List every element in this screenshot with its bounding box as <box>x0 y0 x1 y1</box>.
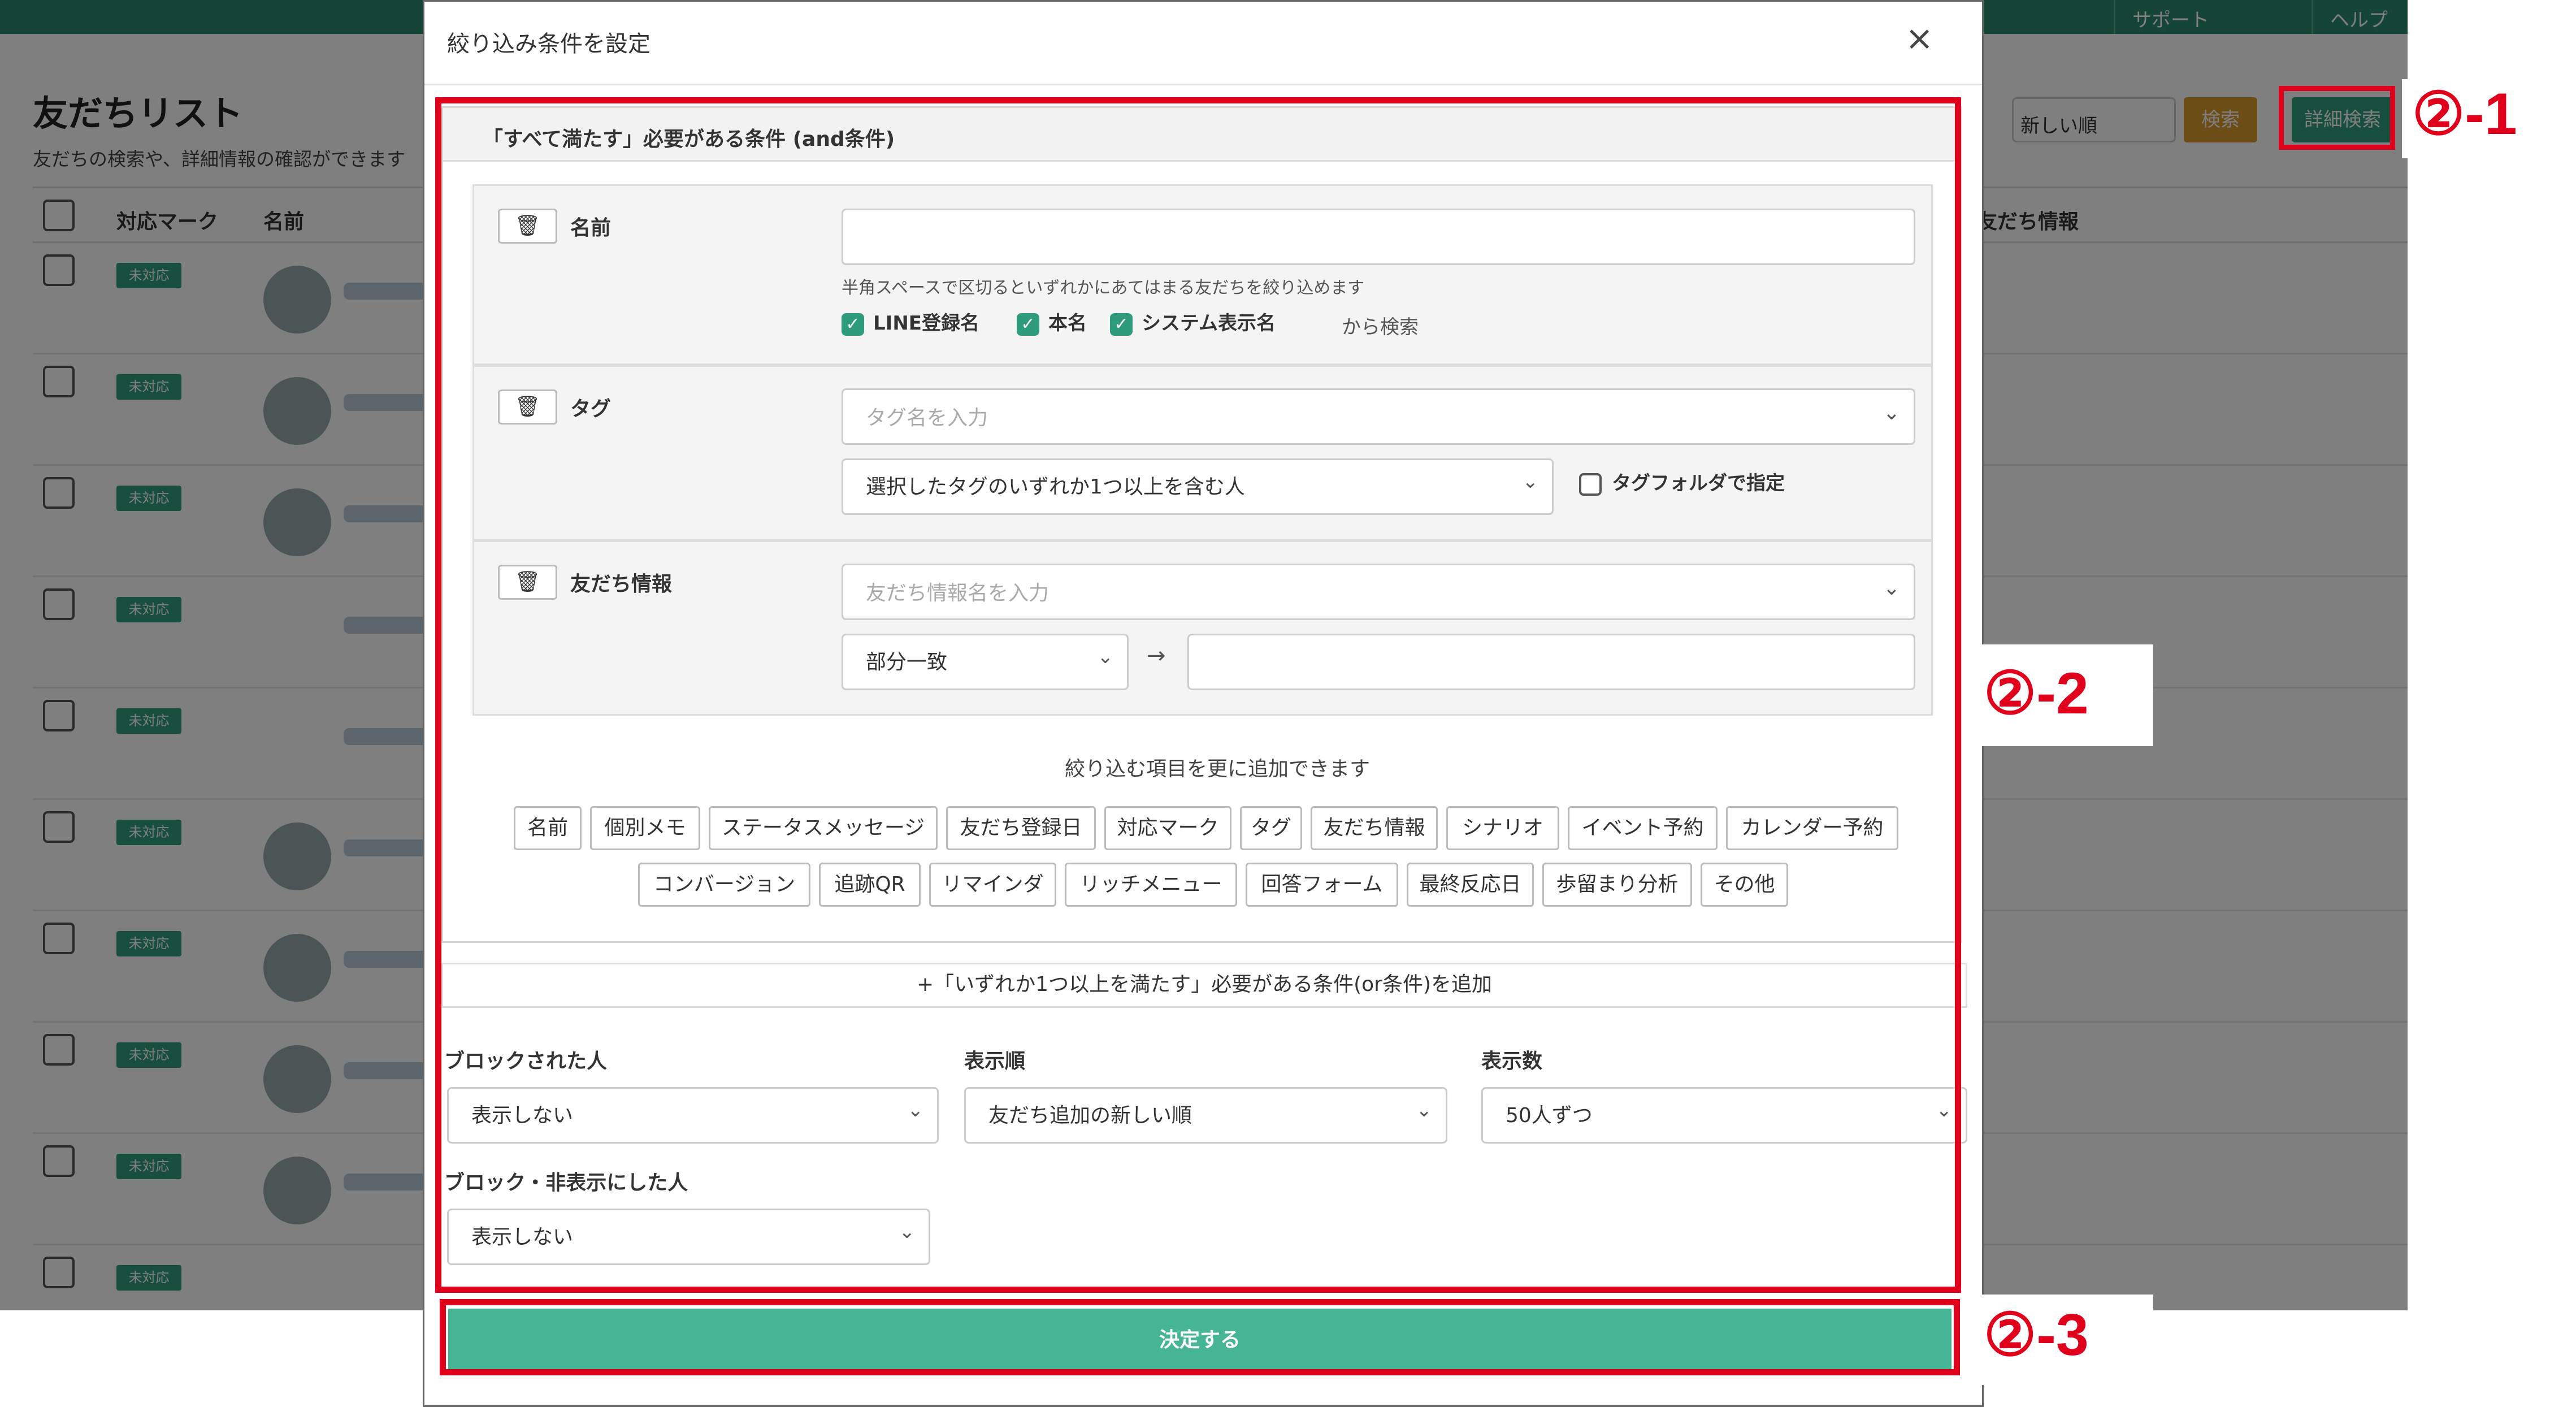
screen: サポート ヘルプ 友だちリスト 友だちの検索や、詳細情報の確認ができます 新しい… <box>0 0 2576 1407</box>
divider <box>424 84 1982 85</box>
annotation-2-1: ②-1 <box>2412 81 2517 147</box>
modal-title: 絞り込み条件を設定 <box>447 31 650 57</box>
annotation-2-3: ②-3 <box>1984 1302 2089 1368</box>
close-icon[interactable]: × <box>1905 19 1933 58</box>
highlight-submit <box>440 1299 1960 1375</box>
highlight-conditions <box>435 97 1961 1293</box>
highlight-advanced-search <box>2279 86 2395 150</box>
annotation-2-2: ②-2 <box>1984 661 2089 726</box>
